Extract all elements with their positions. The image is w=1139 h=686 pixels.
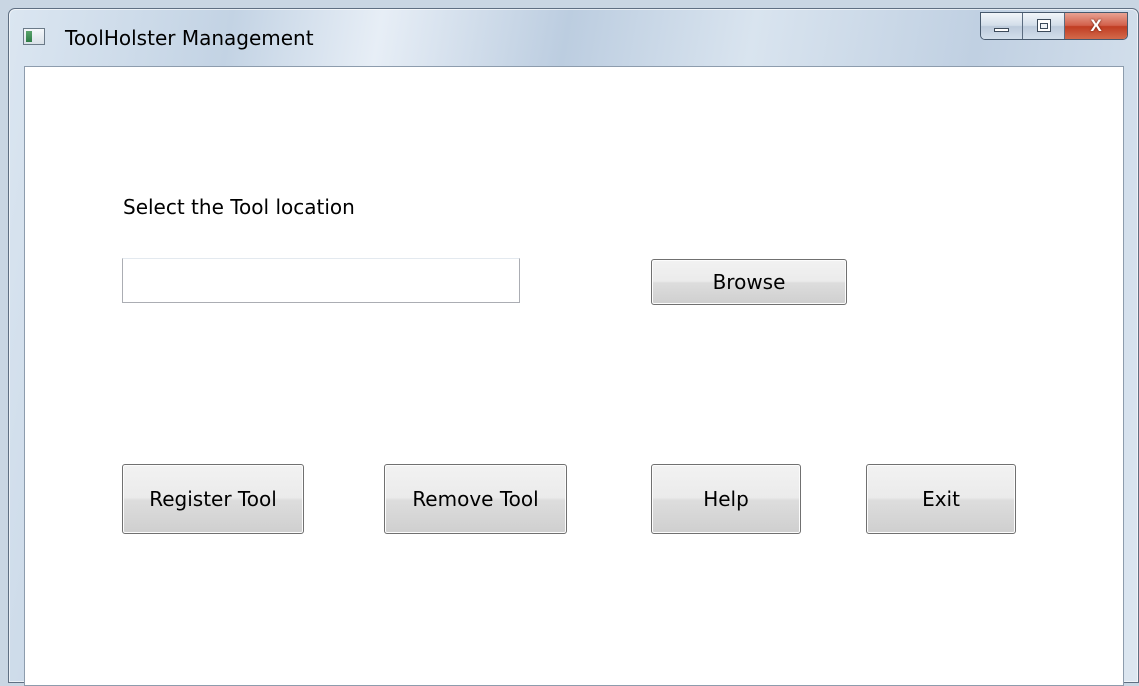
help-button[interactable]: Help	[651, 464, 801, 534]
client-area: Select the Tool location Browse Register…	[24, 66, 1124, 686]
browse-button[interactable]: Browse	[651, 259, 847, 305]
app-icon-accent	[26, 31, 32, 42]
title-bar[interactable]: ToolHolster Management X	[9, 9, 1138, 65]
minimize-button[interactable]	[981, 13, 1023, 39]
maximize-icon	[1037, 19, 1051, 32]
remove-tool-button[interactable]: Remove Tool	[384, 464, 567, 534]
exit-button[interactable]: Exit	[866, 464, 1016, 534]
tool-location-label: Select the Tool location	[123, 195, 355, 219]
window-title: ToolHolster Management	[65, 26, 314, 50]
close-button[interactable]: X	[1065, 13, 1127, 39]
close-icon: X	[1090, 16, 1102, 35]
app-window: ToolHolster Management X Select the Tool…	[8, 8, 1139, 686]
tool-location-input[interactable]	[122, 258, 520, 303]
maximize-button[interactable]	[1023, 13, 1065, 39]
register-tool-button[interactable]: Register Tool	[122, 464, 304, 534]
window-controls: X	[980, 12, 1128, 40]
minimize-icon	[994, 28, 1009, 32]
app-icon[interactable]	[23, 28, 45, 45]
